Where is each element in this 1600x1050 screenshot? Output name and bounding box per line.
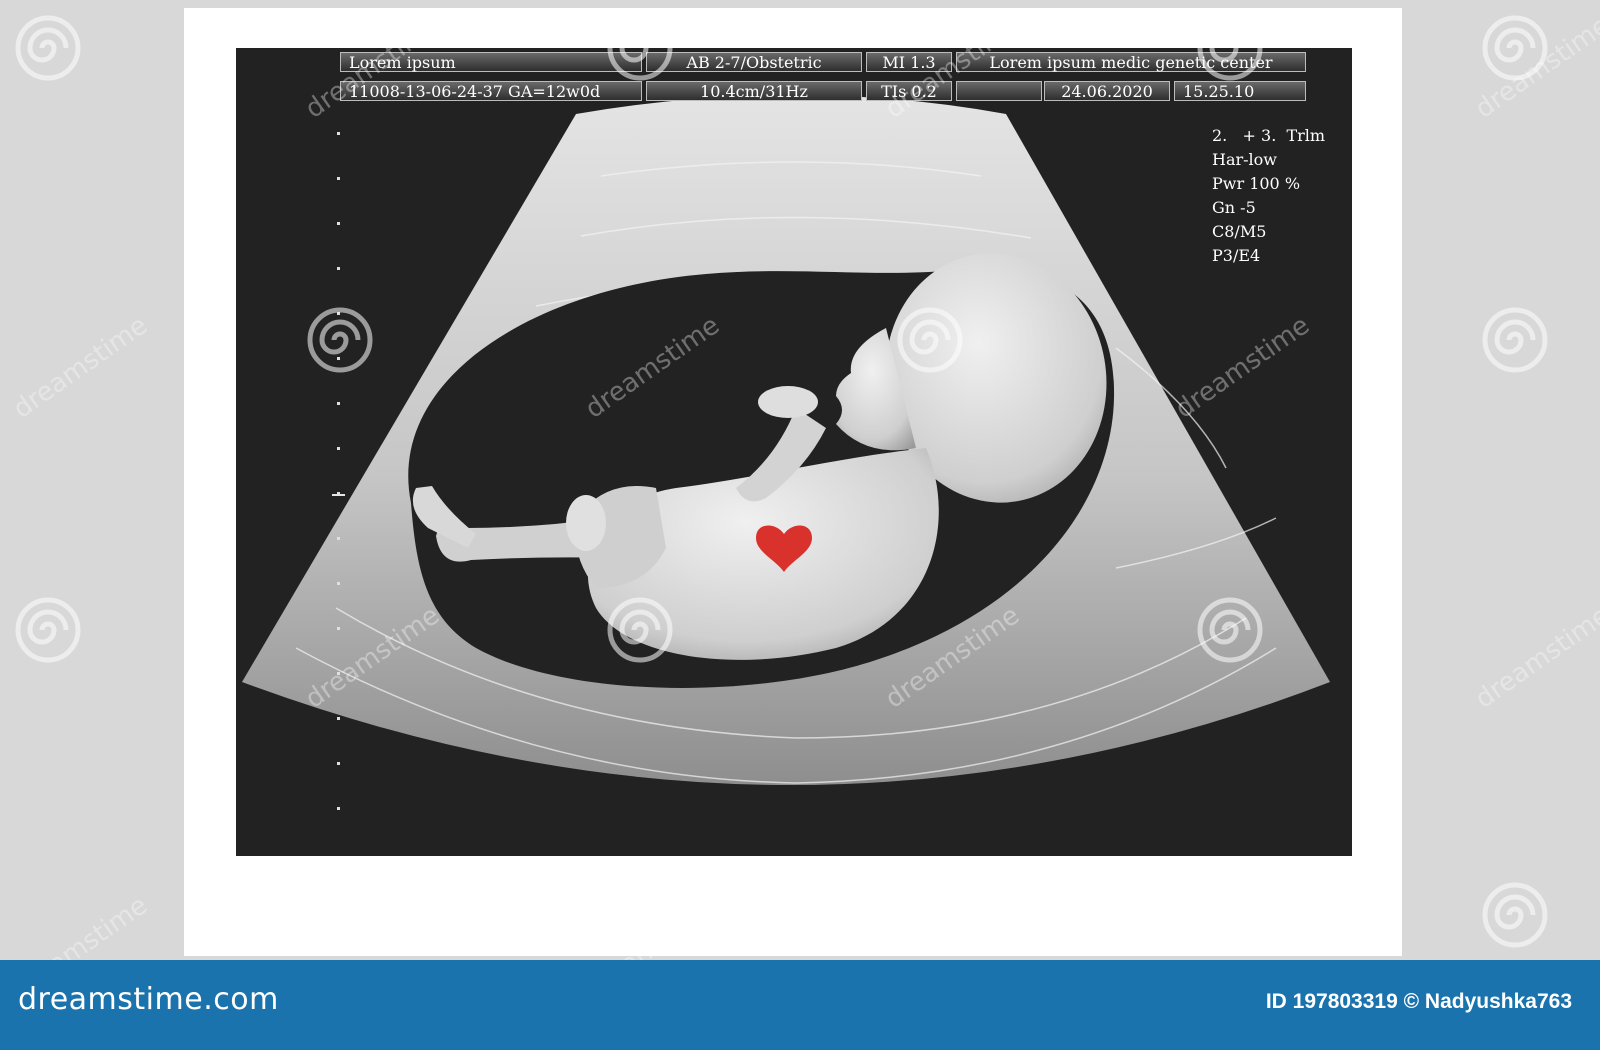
- header-depth-freq: 10.4cm/31Hz: [646, 81, 862, 101]
- watermark-text: dreamstime: [8, 310, 154, 425]
- depth-marker: [332, 494, 345, 496]
- header-blank: [956, 81, 1042, 101]
- watermark-spiral-icon: [1197, 15, 1263, 81]
- depth-tick: [337, 807, 340, 810]
- watermark-spiral-icon: [1482, 882, 1548, 948]
- footer-bar: dreamstime.com ID 197803319 © Nadyushka7…: [0, 960, 1600, 1050]
- param-line: Pwr 100 %: [1212, 174, 1301, 193]
- header-date: 24.06.2020: [1044, 81, 1170, 101]
- depth-tick: [337, 222, 340, 225]
- depth-tick: [337, 717, 340, 720]
- depth-tick: [337, 447, 340, 450]
- param-line: Har-low: [1212, 150, 1277, 169]
- fetus-hand: [758, 386, 818, 418]
- param-line: C8/M5: [1212, 222, 1267, 241]
- depth-tick: [337, 537, 340, 540]
- fetus-foot-front: [566, 495, 606, 551]
- image-id-credit: ID 197803319 © Nadyushka763: [1265, 990, 1572, 1013]
- depth-tick: [337, 177, 340, 180]
- header-time: 15.25.10: [1174, 81, 1306, 101]
- watermark-spiral-icon: [1482, 307, 1548, 373]
- watermark-spiral-icon: [897, 307, 963, 373]
- param-line: Gn -5: [1212, 198, 1256, 217]
- watermark-text: dreamstime: [1470, 600, 1600, 715]
- depth-tick: [337, 402, 340, 405]
- depth-tick: [337, 132, 340, 135]
- ultrasound-image: [242, 95, 1330, 785]
- watermark-spiral-icon: [307, 307, 373, 373]
- watermark-spiral-icon: [897, 882, 963, 948]
- param-line: 2. + 3. Trlm: [1212, 126, 1326, 145]
- watermark-spiral-icon: [1197, 597, 1263, 663]
- param-line: P3/E4: [1212, 246, 1261, 265]
- watermark-spiral-icon: [15, 15, 81, 81]
- depth-tick: [337, 762, 340, 765]
- watermark-spiral-icon: [307, 882, 373, 948]
- ultrasound-screen: Lorem ipsum AB 2-7/Obstetric MI 1.3 Lore…: [236, 48, 1352, 856]
- watermark-spiral-icon: [607, 597, 673, 663]
- watermark-spiral-icon: [607, 15, 673, 81]
- header-study-id: 11008-13-06-24-37 GA=12w0d: [340, 81, 642, 101]
- depth-tick: [337, 627, 340, 630]
- acquisition-params: 2. + 3. Trlm Har-low Pwr 100 % Gn -5 C8/…: [1212, 124, 1325, 268]
- dreamstime-logo[interactable]: dreamstime.com: [18, 982, 279, 1017]
- depth-tick: [337, 582, 340, 585]
- watermark-spiral-icon: [15, 597, 81, 663]
- depth-tick: [337, 267, 340, 270]
- header-probe-preset: AB 2-7/Obstetric: [646, 52, 862, 72]
